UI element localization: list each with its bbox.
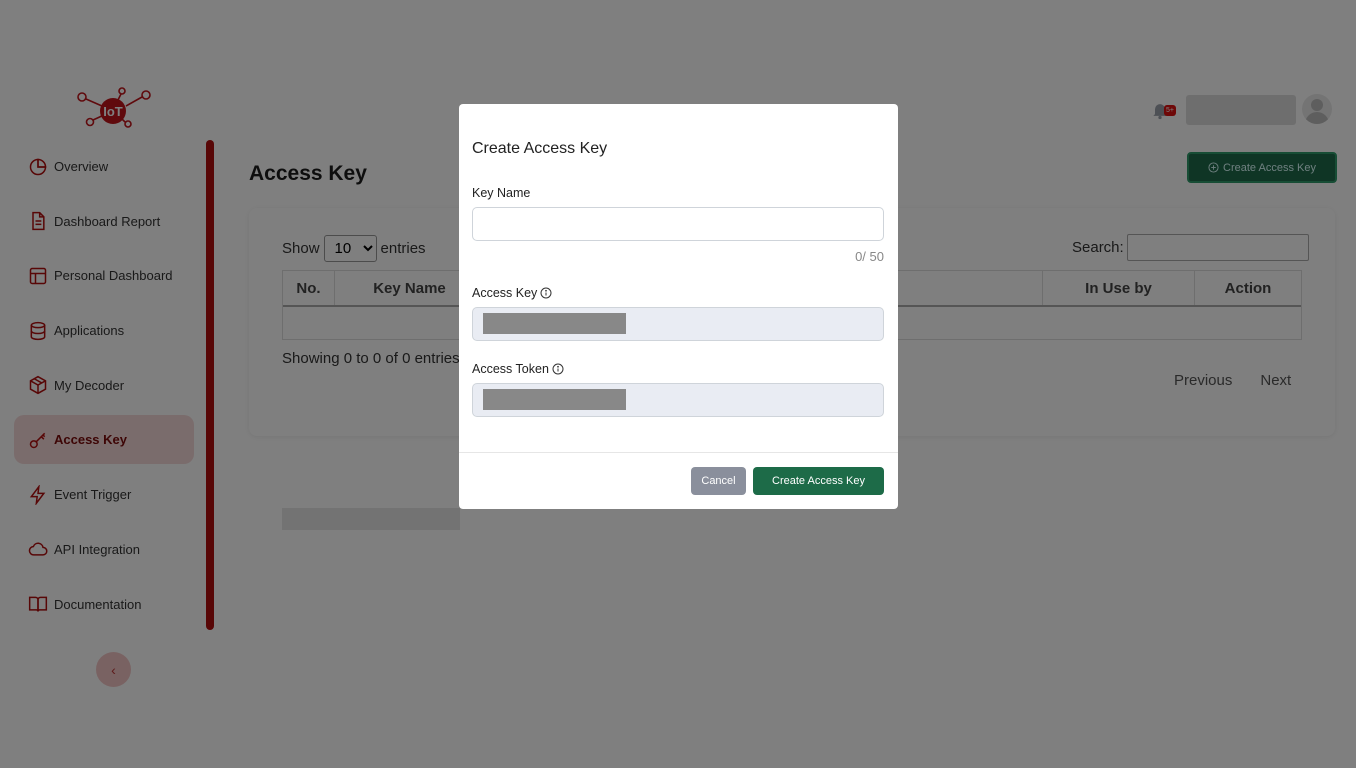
access-token-redacted xyxy=(483,389,626,410)
access-key-redacted xyxy=(483,313,626,334)
modal-title: Create Access Key xyxy=(472,140,608,157)
key-name-label: Key Name xyxy=(472,186,530,200)
access-token-field[interactable] xyxy=(472,383,884,417)
access-key-label-text: Access Key xyxy=(472,286,538,300)
create-access-key-modal: Create Access Key Key Name 0/ 50 Access … xyxy=(459,104,898,509)
access-token-label: Access Token xyxy=(472,362,564,376)
key-name-counter: 0/ 50 xyxy=(855,249,884,264)
key-name-input[interactable] xyxy=(472,207,884,241)
create-access-key-submit-button[interactable]: Create Access Key xyxy=(753,467,884,495)
key-name-label-text: Key Name xyxy=(472,186,531,200)
info-icon[interactable] xyxy=(552,363,564,375)
access-token-label-text: Access Token xyxy=(472,362,549,376)
info-icon[interactable] xyxy=(540,287,552,299)
access-key-label: Access Key xyxy=(472,286,552,300)
access-key-field[interactable] xyxy=(472,307,884,341)
cancel-button[interactable]: Cancel xyxy=(691,467,746,495)
